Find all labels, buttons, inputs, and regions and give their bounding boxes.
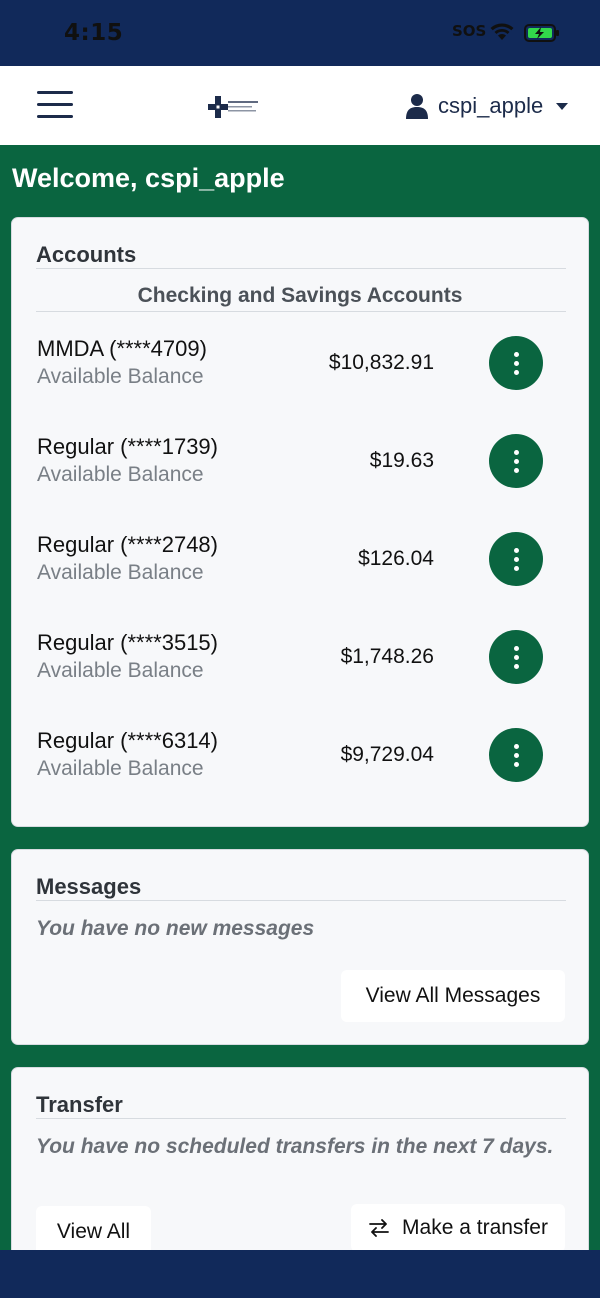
transfer-card: Transfer You have no scheduled transfers…	[11, 1067, 589, 1250]
divider	[36, 268, 566, 269]
account-name[interactable]: Regular (****3515)	[37, 630, 218, 656]
chevron-down-icon	[556, 102, 569, 110]
divider	[36, 900, 566, 901]
messages-card: Messages You have no new messages View A…	[11, 849, 589, 1045]
view-all-transfers-button[interactable]: View All	[36, 1206, 151, 1250]
transfer-title: Transfer	[36, 1092, 123, 1117]
battery-charging-icon	[524, 24, 559, 42]
more-options-icon[interactable]	[489, 630, 543, 684]
more-options-icon[interactable]	[489, 434, 543, 488]
transfer-empty-note: You have no scheduled transfers in the n…	[36, 1135, 554, 1158]
account-name[interactable]: MMDA (****4709)	[37, 336, 207, 362]
accounts-title: Accounts	[36, 242, 137, 267]
account-balance: $126.04	[358, 547, 434, 570]
account-row[interactable]: Regular (****2748) Available Balance $12…	[12, 532, 590, 602]
hamburger-icon[interactable]	[37, 91, 73, 119]
transfer-arrows-icon	[369, 1219, 389, 1237]
user-icon	[406, 94, 428, 119]
view-all-messages-button[interactable]: View All Messages	[341, 970, 565, 1022]
status-time: 4:15	[64, 20, 124, 46]
make-transfer-label: Make a transfer	[402, 1216, 548, 1239]
top-navbar: cspi_apple	[0, 66, 600, 145]
messages-empty-note: You have no new messages	[36, 917, 315, 940]
account-row[interactable]: MMDA (****4709) Available Balance $10,83…	[12, 336, 590, 406]
dashboard-main: Welcome, cspi_apple Accounts Checking an…	[0, 145, 600, 1250]
sos-indicator: SOS	[452, 22, 487, 40]
accounts-subheading: Checking and Savings Accounts	[137, 284, 463, 307]
more-options-icon[interactable]	[489, 532, 543, 586]
bank-logo[interactable]	[208, 94, 260, 120]
account-name[interactable]: Regular (****2748)	[37, 532, 218, 558]
account-balance: $9,729.04	[340, 743, 434, 766]
account-name[interactable]: Regular (****1739)	[37, 434, 218, 460]
account-balance-label: Available Balance	[37, 659, 204, 682]
more-options-icon[interactable]	[489, 728, 543, 782]
bottom-bar	[0, 1250, 600, 1298]
account-balance: $10,832.91	[328, 351, 434, 374]
account-balance-label: Available Balance	[37, 365, 204, 388]
account-balance: $1,748.26	[340, 645, 434, 668]
account-balance: $19.63	[369, 449, 434, 472]
divider	[36, 311, 566, 312]
account-row[interactable]: Regular (****6314) Available Balance $9,…	[12, 728, 590, 798]
account-row[interactable]: Regular (****3515) Available Balance $1,…	[12, 630, 590, 700]
user-menu[interactable]: cspi_apple	[406, 90, 569, 122]
account-balance-label: Available Balance	[37, 561, 204, 584]
account-row[interactable]: Regular (****1739) Available Balance $19…	[12, 434, 590, 504]
account-name[interactable]: Regular (****6314)	[37, 728, 218, 754]
account-balance-label: Available Balance	[37, 463, 204, 486]
messages-title: Messages	[36, 874, 142, 899]
accounts-card: Accounts Checking and Savings Accounts M…	[11, 217, 589, 827]
username-label: cspi_apple	[438, 93, 544, 118]
account-balance-label: Available Balance	[37, 757, 204, 780]
make-transfer-button[interactable]: Make a transfer	[351, 1204, 565, 1250]
status-bar: 4:15 SOS	[0, 0, 600, 66]
welcome-heading: Welcome, cspi_apple	[12, 163, 285, 193]
wifi-icon	[490, 23, 514, 40]
more-options-icon[interactable]	[489, 336, 543, 390]
divider	[36, 1118, 566, 1119]
